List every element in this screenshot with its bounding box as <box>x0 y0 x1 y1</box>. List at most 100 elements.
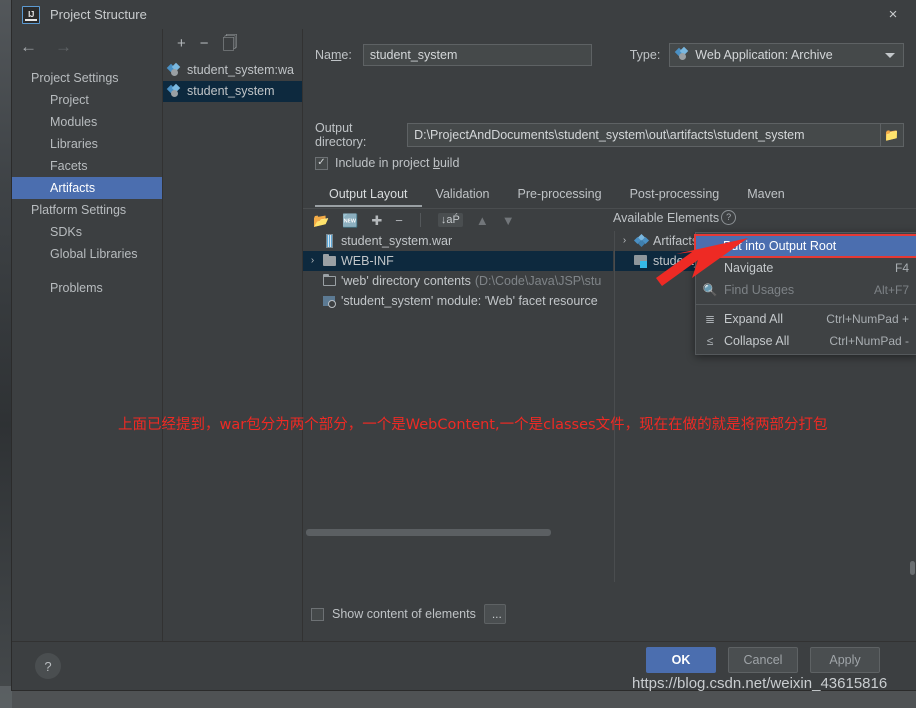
output-directory-label: Output directory: <box>315 121 367 149</box>
tab-maven[interactable]: Maven <box>733 184 799 207</box>
move-up-icon[interactable]: ▲ <box>476 214 489 227</box>
jar-icon <box>322 234 337 248</box>
artifact-item-student-system[interactable]: student_system <box>163 81 302 102</box>
sidebar-list: Project Settings Project Modules Librari… <box>12 63 162 299</box>
annotation-text: 上面已经提到，war包分为两个部分，一个是WebContent,一个是class… <box>118 417 828 433</box>
show-content-label: Show content of elements <box>332 607 476 621</box>
chevron-down-icon <box>885 53 895 58</box>
tree-row-label: 'web' directory contents <box>341 274 471 288</box>
type-select[interactable]: Web Application: Archive <box>669 43 904 67</box>
tree-row-suffix: (D:\Code\Java\JSP\stu <box>474 274 602 288</box>
sidebar-item-global-libraries[interactable]: Global Libraries <box>12 243 162 265</box>
arrow-right-icon[interactable]: → <box>55 38 72 55</box>
tab-pre-processing[interactable]: Pre-processing <box>504 184 616 207</box>
vertical-scrollbar-thumb[interactable] <box>910 561 915 575</box>
collapse-all-icon: ≤ <box>706 334 714 348</box>
menu-item-shortcut: Ctrl+NumPad - <box>829 334 909 348</box>
sidebar-item-artifacts[interactable]: Artifacts <box>12 177 162 199</box>
expand-all-icon: ≣ <box>704 312 716 326</box>
type-select-value: Web Application: Archive <box>695 48 833 62</box>
artifact-list-panel: + − 🗍 student_system:wa student_system <box>163 29 303 642</box>
title-bar: IJ Project Structure × <box>12 0 916 29</box>
menu-item-label: Collapse All <box>724 334 790 348</box>
nav-history-controls: ← → <box>12 29 162 63</box>
sidebar-item-sdks[interactable]: SDKs <box>12 221 162 243</box>
artifact-item-war[interactable]: student_system:wa <box>163 60 302 81</box>
sidebar-item-problems[interactable]: Problems <box>12 277 162 299</box>
help-icon[interactable]: ? <box>35 653 61 679</box>
sidebar-item-libraries[interactable]: Libraries <box>12 133 162 155</box>
settings-sidebar: ← → Project Settings Project Modules Lib… <box>12 29 163 642</box>
sidebar-item-facets[interactable]: Facets <box>12 155 162 177</box>
artifact-list-toolbar: + − 🗍 <box>163 29 302 58</box>
tree-row-web-facet-resource[interactable]: 'student_system' module: 'Web' facet res… <box>303 291 613 311</box>
minus-icon[interactable]: − <box>200 36 209 51</box>
tree-row-label: 'student_system' module: 'Web' facet res… <box>341 294 598 308</box>
sidebar-item-project-settings[interactable]: Project Settings <box>12 67 162 89</box>
type-label: Type: <box>629 48 661 62</box>
facet-icon <box>322 294 337 308</box>
artifact-icon <box>166 83 182 99</box>
tree-row-web-dir-contents[interactable]: 'web' directory contents (D:\Code\Java\J… <box>303 271 613 291</box>
sort-az-icon[interactable]: ↓aṔ <box>437 213 463 227</box>
show-content-checkbox[interactable] <box>311 607 324 621</box>
plus-icon[interactable]: + <box>177 36 186 51</box>
name-label: Name: <box>315 48 352 62</box>
name-input[interactable] <box>362 44 592 66</box>
sidebar-item-platform-settings[interactable]: Platform Settings <box>12 199 162 221</box>
output-directory-input[interactable] <box>407 123 881 147</box>
output-directory-row: Output directory: 📁 <box>315 121 904 149</box>
copy-icon[interactable]: 🗍 <box>223 36 238 51</box>
menu-item-shortcut: Alt+F7 <box>873 283 909 297</box>
move-down-icon[interactable]: ▼ <box>502 214 515 227</box>
output-layout-toolbar: 📂 🆕 ✚ − ↓aṔ ▲ ▼ <box>303 209 916 231</box>
ok-button[interactable]: OK <box>646 647 716 673</box>
folder-icon <box>322 254 337 268</box>
add-directory-icon[interactable]: 📂 <box>313 214 329 227</box>
add-archive-icon[interactable]: 🆕 <box>342 214 358 227</box>
watermark-url: https://blog.csdn.net/weixin_43615816 <box>632 675 888 692</box>
include-in-build-label: Include in project build <box>335 156 460 170</box>
desktop-left-strip <box>0 0 12 708</box>
show-content-row: Show content of elements ... <box>311 604 506 624</box>
tab-output-layout[interactable]: Output Layout <box>315 184 422 207</box>
tree-row-web-inf[interactable]: › WEB-INF <box>303 251 613 271</box>
arrow-left-icon[interactable]: ← <box>20 38 37 55</box>
menu-item-expand-all[interactable]: ≣ Expand All Ctrl+NumPad + <box>696 308 916 330</box>
question-mark-icon[interactable]: ? <box>721 210 737 225</box>
horizontal-scrollbar[interactable] <box>306 529 551 536</box>
cancel-button[interactable]: Cancel <box>728 647 798 673</box>
show-content-options-button[interactable]: ... <box>483 604 506 624</box>
menu-item-shortcut: Ctrl+NumPad + <box>826 312 909 326</box>
output-layout-tree: student_system.war › WEB-INF 'web' direc… <box>303 231 613 582</box>
intellij-idea-icon: IJ <box>22 5 40 24</box>
window-title: Project Structure <box>50 7 147 22</box>
close-icon[interactable]: × <box>870 0 916 29</box>
include-in-build-checkbox[interactable]: ✓ <box>315 156 328 170</box>
tree-row-war[interactable]: student_system.war <box>303 231 613 251</box>
menu-item-collapse-all[interactable]: ≤ Collapse All Ctrl+NumPad - <box>696 330 916 352</box>
available-elements-label: Available Elements <box>613 210 720 225</box>
tab-post-processing[interactable]: Post-processing <box>616 184 734 207</box>
tree-chevron[interactable]: › <box>619 231 630 251</box>
plus-icon[interactable]: ✚ <box>371 214 382 227</box>
artifact-items: student_system:wa student_system <box>163 58 302 102</box>
menu-item-label: Expand All <box>724 312 784 326</box>
tree-chevron[interactable]: › <box>307 251 318 271</box>
tree-row-label: WEB-INF <box>341 254 394 268</box>
output-layout-tools: 📂 🆕 ✚ − ↓aṔ ▲ ▼ <box>303 213 515 227</box>
sidebar-divider <box>12 265 162 277</box>
apply-button[interactable]: Apply <box>810 647 880 673</box>
tree-row-label: student_system.war <box>341 234 453 248</box>
artifact-tabs: Output Layout Validation Pre-processing … <box>315 184 916 209</box>
folder-browse-icon[interactable]: 📁 <box>880 123 904 147</box>
artifact-icon <box>675 46 690 62</box>
minus-icon[interactable]: − <box>395 214 403 227</box>
screenshot-root: IJ Project Structure × ← → Project Setti… <box>0 0 916 708</box>
artifact-icon <box>166 62 182 78</box>
red-arrow-annotation <box>656 238 748 286</box>
sidebar-item-project[interactable]: Project <box>12 89 162 111</box>
tab-validation[interactable]: Validation <box>422 184 504 207</box>
sidebar-item-modules[interactable]: Modules <box>12 111 162 133</box>
include-in-build-row[interactable]: ✓ Include in project build <box>315 156 459 170</box>
